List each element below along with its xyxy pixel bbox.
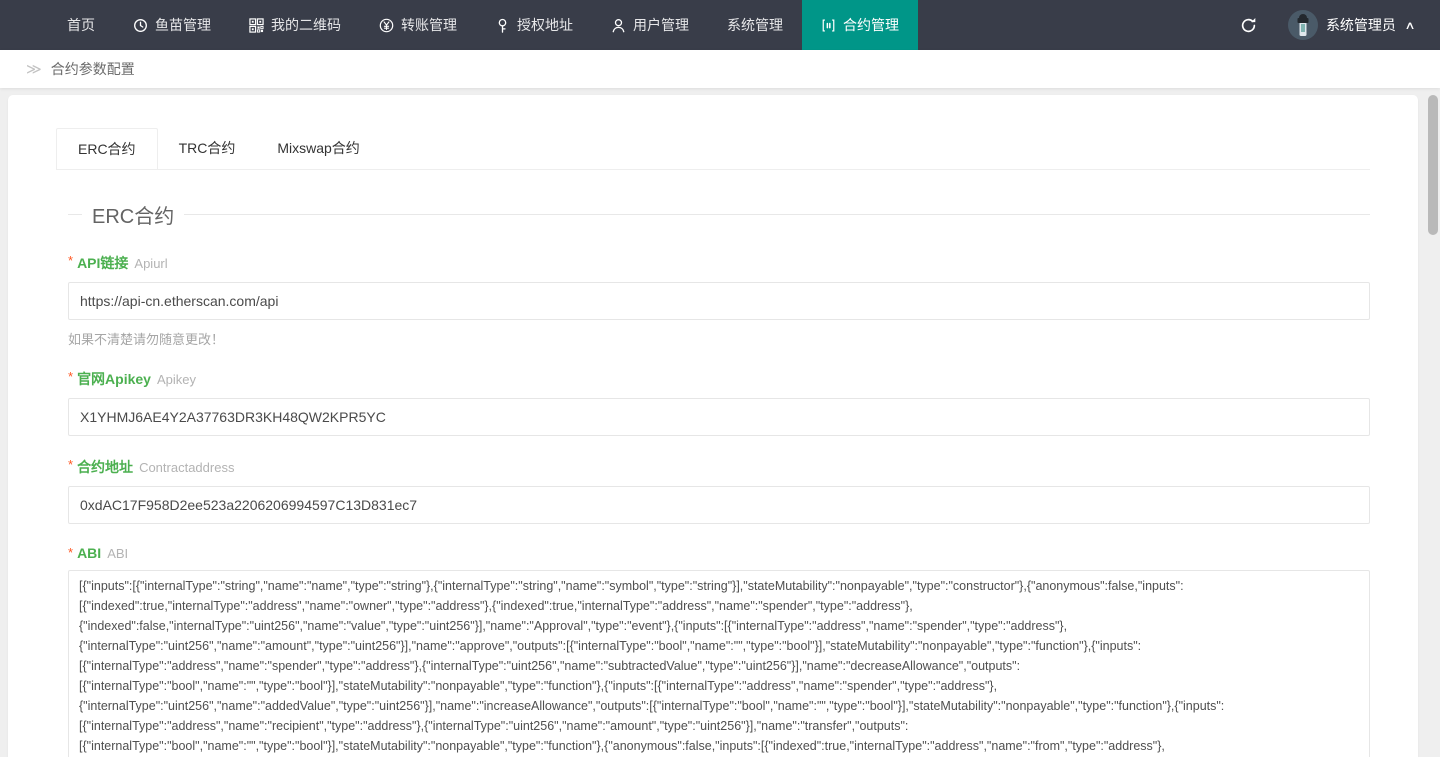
user-icon — [611, 18, 626, 33]
field-label-row: * 合约地址 Contractaddress — [68, 457, 1370, 477]
breadcrumb-current: 合约参数配置 — [51, 59, 135, 79]
field-label-row: * 官网Apikey Apikey — [68, 369, 1370, 389]
erc-contract-form: * API链接 Apiurl 如果不清楚请勿随意更改！ * 官网Apikey Apike… — [56, 233, 1370, 757]
nav-item-fry-management[interactable]: 鱼苗管理 — [114, 0, 230, 50]
contract-config-card: ERC合约 TRC合约 Mixswap合约 ERC合约 * API链接 Apiurl… — [8, 95, 1418, 757]
apiurl-input[interactable] — [68, 282, 1370, 320]
main-content: ERC合约 TRC合约 Mixswap合约 ERC合约 * API链接 Apiurl… — [0, 88, 1440, 757]
field-abi: * ABI ABI [{"inputs":[{"internalType":"str… — [68, 545, 1370, 757]
field-label-row: * ABI ABI — [68, 545, 1370, 561]
avatar — [1288, 10, 1318, 40]
field-label-zh: 官网Apikey — [77, 371, 151, 387]
clock-icon — [133, 18, 148, 33]
chevron-up-icon: ∧ — [1404, 19, 1415, 32]
required-asterisk: * — [68, 253, 73, 268]
erc-section: ERC合约 — [68, 200, 1370, 229]
nav-item-contract-management[interactable]: 合约管理 — [802, 0, 918, 50]
nav-item-system-management[interactable]: 系统管理 — [708, 0, 802, 50]
field-label-en: Contractaddress — [139, 460, 234, 475]
tab-mixswap-contract[interactable]: Mixswap合约 — [256, 128, 380, 169]
required-asterisk: * — [68, 545, 73, 560]
field-apiurl: * API链接 Apiurl 如果不清楚请勿随意更改！ — [68, 253, 1370, 348]
nav-item-authorized-address[interactable]: 授权地址 — [476, 0, 592, 50]
nav-item-label: 用户管理 — [633, 15, 689, 35]
nav-item-my-qrcode[interactable]: 我的二维码 — [230, 0, 360, 50]
field-label-row: * API链接 Apiurl — [68, 253, 1370, 273]
key-icon — [495, 18, 510, 33]
nav-item-label: 授权地址 — [517, 15, 573, 35]
nav-item-label: 我的二维码 — [271, 15, 341, 35]
field-contract-address: * 合约地址 Contractaddress — [68, 457, 1370, 524]
breadcrumb-chevrons-icon: ≫ — [26, 60, 42, 78]
apiurl-helper-text: 如果不清楚请勿随意更改！ — [68, 329, 1370, 348]
field-label-en: Apikey — [157, 372, 196, 387]
qrcode-icon — [249, 18, 264, 33]
field-apikey: * 官网Apikey Apikey — [68, 369, 1370, 436]
navbar-right: 系统管理员 ∧ — [1219, 0, 1440, 50]
user-menu[interactable]: 系统管理员 ∧ — [1278, 10, 1424, 40]
abi-textarea[interactable]: [{"inputs":[{"internalType":"string","na… — [68, 570, 1370, 757]
nav-item-label: 系统管理 — [727, 15, 783, 35]
nav-item-user-management[interactable]: 用户管理 — [592, 0, 708, 50]
section-legend: ERC合约 — [82, 200, 184, 229]
top-navbar: 首页 鱼苗管理 我的二维码 转账管理 授权地址 用户管理 系统管理 合约管理 — [0, 0, 1440, 50]
nav-item-home[interactable]: 首页 — [48, 0, 114, 50]
field-label-en: Apiurl — [134, 256, 167, 271]
field-label-en: ABI — [107, 546, 128, 561]
apikey-input[interactable] — [68, 398, 1370, 436]
field-label-zh: 合约地址 — [77, 459, 133, 475]
required-asterisk: * — [68, 369, 73, 384]
contract-address-input[interactable] — [68, 486, 1370, 524]
refresh-icon[interactable] — [1219, 0, 1278, 50]
tab-erc-contract[interactable]: ERC合约 — [56, 128, 158, 169]
nav-item-label: 转账管理 — [401, 15, 457, 35]
required-asterisk: * — [68, 457, 73, 472]
nav-item-label: 首页 — [67, 15, 95, 35]
contract-tabs: ERC合约 TRC合约 Mixswap合约 — [56, 128, 1370, 170]
tab-trc-contract[interactable]: TRC合约 — [158, 128, 257, 169]
user-name: 系统管理员 — [1326, 15, 1396, 35]
contract-icon — [821, 18, 836, 33]
vertical-scrollbar-thumb[interactable] — [1428, 95, 1438, 235]
field-label-zh: ABI — [77, 545, 101, 561]
nav-item-transfer-management[interactable]: 转账管理 — [360, 0, 476, 50]
field-label-zh: API链接 — [77, 255, 128, 271]
nav-item-label: 合约管理 — [843, 15, 899, 35]
breadcrumb: ≫ 合约参数配置 — [0, 50, 1440, 88]
nav-item-label: 鱼苗管理 — [155, 15, 211, 35]
main-menu: 首页 鱼苗管理 我的二维码 转账管理 授权地址 用户管理 系统管理 合约管理 — [48, 0, 918, 50]
yen-icon — [379, 18, 394, 33]
